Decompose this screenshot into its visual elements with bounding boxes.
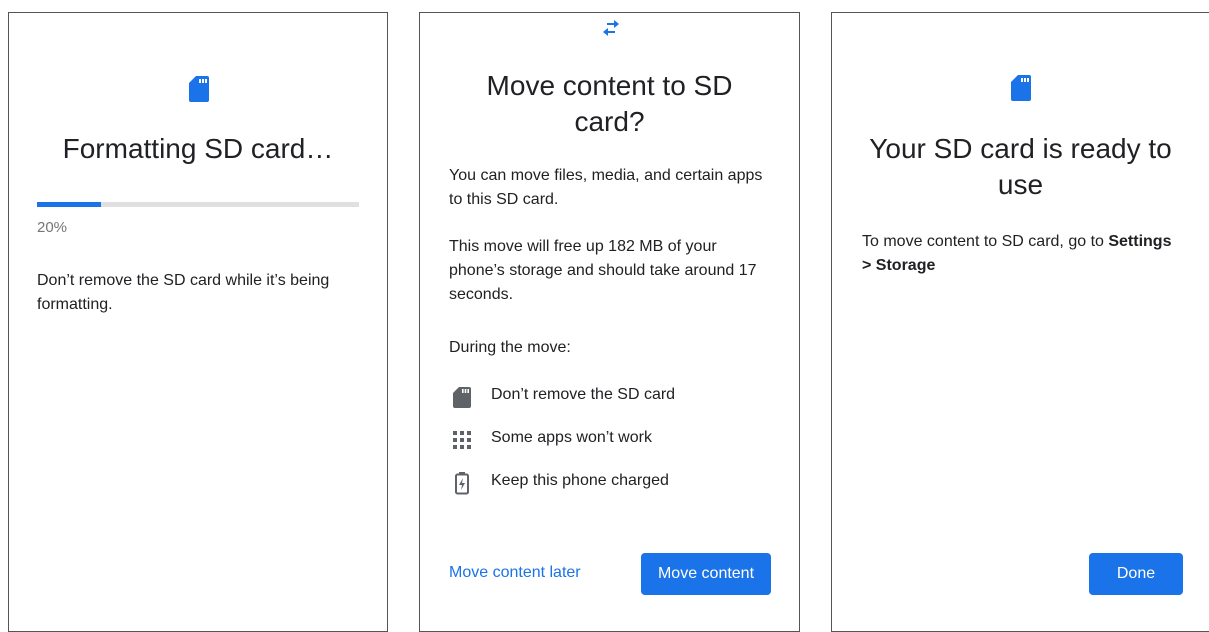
list-item-label: Some apps won’t work bbox=[491, 429, 652, 446]
list-item-label: Keep this phone charged bbox=[491, 472, 669, 489]
move-content-button[interactable]: Move content bbox=[641, 553, 771, 595]
page-title: Your SD card is ready to use bbox=[869, 133, 1172, 200]
sd-card-icon bbox=[189, 76, 209, 102]
sd-card-icon bbox=[1011, 75, 1031, 101]
settings-path-storage: > Storage bbox=[862, 257, 936, 274]
formatting-screen: Formatting SD card… 20% Don’t remove the… bbox=[8, 12, 388, 632]
list-item-label: Don’t remove the SD card bbox=[491, 386, 676, 403]
battery-charging-icon bbox=[455, 472, 469, 495]
progress-percent: 20% bbox=[37, 219, 68, 236]
progress-bar-fill bbox=[37, 202, 102, 207]
page-title: Move content to SD card? bbox=[486, 70, 733, 137]
move-content-screen: Move content to SD card? You can move fi… bbox=[419, 12, 800, 632]
apps-grid-icon bbox=[453, 431, 471, 449]
ready-screen: Your SD card is ready to use To move con… bbox=[831, 12, 1209, 632]
sd-card-icon bbox=[453, 387, 471, 408]
progress-bar bbox=[37, 202, 359, 207]
page-title: Formatting SD card… bbox=[62, 133, 334, 164]
storage-info-text: This move will free up 182 MB of your ph… bbox=[449, 238, 757, 303]
instruction-text: To move content to SD card, go to Settin… bbox=[862, 230, 1195, 278]
description-text: You can move files, media, and certain a… bbox=[449, 167, 763, 208]
warning-message: Don’t remove the SD card while it’s bein… bbox=[37, 272, 330, 313]
swap-arrows-icon bbox=[603, 20, 619, 36]
move-content-later-button[interactable]: Move content later bbox=[449, 564, 581, 582]
instruction-prefix: To move content to SD card, go to bbox=[862, 233, 1109, 250]
done-button[interactable]: Done bbox=[1089, 553, 1183, 595]
during-move-heading: During the move: bbox=[449, 339, 571, 356]
settings-path-settings: Settings bbox=[1108, 233, 1172, 250]
